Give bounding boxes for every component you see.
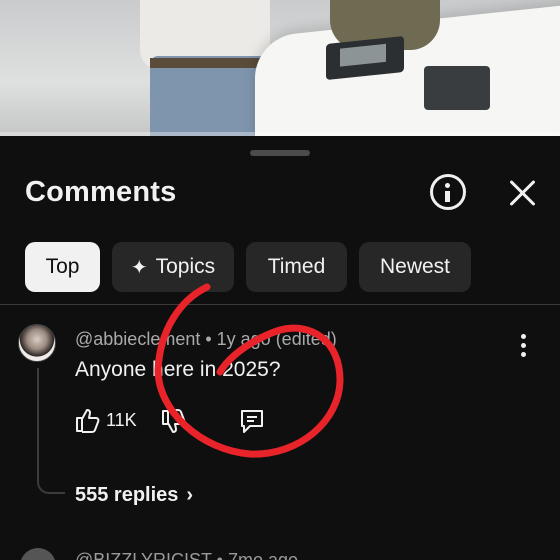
reply-icon[interactable] [238,407,266,435]
comment-meta: @abbieclement • 1y ago (edited) [75,329,337,350]
chip-label: Timed [267,255,326,278]
video-device [424,66,490,110]
close-icon[interactable] [508,178,538,208]
thread-line [37,368,65,494]
comment-time: • 1y ago (edited) [200,329,337,349]
drag-handle[interactable] [250,150,310,156]
info-icon[interactable] [430,174,466,210]
chevron-right-icon: › [186,484,194,506]
dislike-icon[interactable] [160,408,186,436]
chip-label: Newest [379,255,451,278]
avatar[interactable] [18,324,56,362]
comment-meta: @BIZZLYRICIST • 7mo ago [75,550,298,560]
comment-time: • 7mo ago [211,550,298,560]
chip-newest[interactable]: Newest [359,242,471,292]
sparkle-icon: ✦ [130,256,148,279]
replies-label: 555 replies [75,484,179,506]
chip-timed[interactable]: Timed [246,242,347,292]
comments-title: Comments [25,176,177,208]
video-person-jeans [150,56,270,136]
more-vert-icon[interactable] [518,334,528,358]
video-person-belt [150,58,270,68]
avatar[interactable] [20,548,56,560]
divider [0,304,560,305]
chip-topics[interactable]: ✦ Topics [112,242,234,292]
replies-link[interactable]: 555 replies › [75,484,193,507]
chip-label: Topics [155,255,216,278]
comment-text: Anyone here in 2025? [75,358,281,381]
like-count: 11K [106,410,137,430]
comment-author[interactable]: @BIZZLYRICIST [75,550,212,560]
chip-top[interactable]: Top [25,242,100,292]
comments-sheet: Comments Top ✦ Topics Timed Newest @abbi… [0,136,560,560]
video-player[interactable] [0,0,560,136]
like-icon[interactable] [74,406,100,434]
comment-author[interactable]: @abbieclement [75,329,200,349]
chip-label: Top [45,255,80,278]
